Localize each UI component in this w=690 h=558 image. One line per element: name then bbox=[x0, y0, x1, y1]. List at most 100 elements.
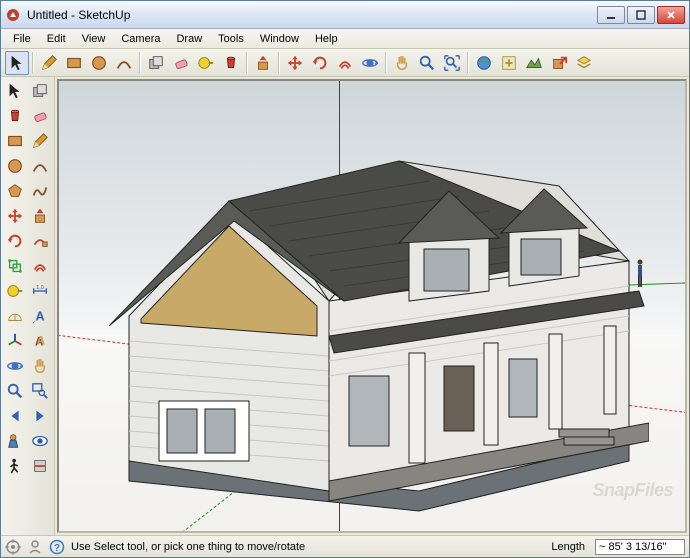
follow-me-icon bbox=[31, 232, 49, 250]
arc-tool[interactable] bbox=[112, 51, 136, 75]
length-label: Length bbox=[551, 541, 585, 553]
zoom-tool[interactable] bbox=[415, 51, 439, 75]
axes-tool[interactable] bbox=[3, 329, 27, 353]
toggle-terrain-tool[interactable] bbox=[522, 51, 546, 75]
look-around-tool[interactable] bbox=[28, 429, 52, 453]
share-model-icon bbox=[550, 54, 568, 72]
circle-tool[interactable] bbox=[87, 51, 111, 75]
status-hint: Use Select tool, or pick one thing to mo… bbox=[71, 541, 545, 553]
zoom-tool[interactable] bbox=[3, 379, 27, 403]
scale-tool[interactable] bbox=[3, 254, 27, 278]
close-button[interactable] bbox=[657, 6, 685, 24]
offset-tool[interactable] bbox=[28, 254, 52, 278]
app-icon bbox=[5, 7, 21, 23]
line-icon bbox=[40, 54, 58, 72]
tape-measure-tool[interactable] bbox=[3, 279, 27, 303]
dimension-tool[interactable]: 1.0 bbox=[28, 279, 52, 303]
eraser-tool[interactable] bbox=[169, 51, 193, 75]
rectangle-tool[interactable] bbox=[3, 129, 27, 153]
help-icon[interactable]: ? bbox=[49, 539, 65, 555]
circle-icon bbox=[90, 54, 108, 72]
pan-tool[interactable] bbox=[28, 354, 52, 378]
rotate-tool[interactable] bbox=[308, 51, 332, 75]
eraser-icon bbox=[31, 107, 49, 125]
line-tool[interactable] bbox=[28, 129, 52, 153]
select-tool[interactable] bbox=[3, 79, 27, 103]
pan-tool[interactable] bbox=[390, 51, 414, 75]
menu-draw[interactable]: Draw bbox=[168, 31, 210, 47]
rotate-tool[interactable] bbox=[3, 229, 27, 253]
zoom-window-tool[interactable] bbox=[28, 379, 52, 403]
circle-tool[interactable] bbox=[3, 154, 27, 178]
minimize-button[interactable] bbox=[597, 6, 625, 24]
orbit-tool[interactable] bbox=[3, 354, 27, 378]
freehand-tool[interactable] bbox=[28, 179, 52, 203]
menu-window[interactable]: Window bbox=[252, 31, 307, 47]
credits-icon[interactable] bbox=[27, 539, 43, 555]
menu-camera[interactable]: Camera bbox=[113, 31, 168, 47]
menu-help[interactable]: Help bbox=[307, 31, 346, 47]
push-pull-tool[interactable] bbox=[28, 204, 52, 228]
zoom-icon bbox=[6, 382, 24, 400]
rectangle-tool[interactable] bbox=[62, 51, 86, 75]
tape-measure-tool[interactable] bbox=[194, 51, 218, 75]
add-location-tool[interactable] bbox=[497, 51, 521, 75]
paint-bucket-tool[interactable] bbox=[219, 51, 243, 75]
scale-figure[interactable] bbox=[635, 259, 645, 289]
circle-icon bbox=[6, 157, 24, 175]
position-camera-tool[interactable] bbox=[3, 429, 27, 453]
share-model-tool[interactable] bbox=[547, 51, 571, 75]
toolbar-left: 1.0AAA bbox=[1, 77, 55, 535]
protractor-tool[interactable] bbox=[3, 304, 27, 328]
layers-tool[interactable] bbox=[572, 51, 596, 75]
zoom-window-icon bbox=[31, 382, 49, 400]
make-component-tool[interactable] bbox=[28, 79, 52, 103]
make-component-tool[interactable] bbox=[144, 51, 168, 75]
section-plane-tool[interactable] bbox=[28, 454, 52, 478]
maximize-button[interactable] bbox=[627, 6, 655, 24]
next-tool[interactable] bbox=[28, 404, 52, 428]
viewport-3d[interactable]: SnapFiles bbox=[57, 79, 687, 533]
rotate-icon bbox=[6, 232, 24, 250]
svg-text:A: A bbox=[37, 335, 46, 348]
move-tool[interactable] bbox=[3, 204, 27, 228]
svg-text:1.0: 1.0 bbox=[36, 285, 43, 291]
toggle-terrain-icon bbox=[525, 54, 543, 72]
follow-me-tool[interactable] bbox=[28, 229, 52, 253]
move-tool[interactable] bbox=[283, 51, 307, 75]
window-title: Untitled - SketchUp bbox=[27, 8, 597, 22]
svg-text:?: ? bbox=[54, 543, 60, 554]
toolbar-separator bbox=[139, 52, 141, 74]
move-icon bbox=[6, 207, 24, 225]
walk-tool[interactable] bbox=[3, 454, 27, 478]
make-component-icon bbox=[147, 54, 165, 72]
line-tool[interactable] bbox=[37, 51, 61, 75]
get-models-tool[interactable] bbox=[472, 51, 496, 75]
paint-bucket-tool[interactable] bbox=[3, 104, 27, 128]
select-tool[interactable] bbox=[5, 51, 29, 75]
menu-file[interactable]: File bbox=[5, 31, 39, 47]
paint-bucket-icon bbox=[222, 54, 240, 72]
eraser-tool[interactable] bbox=[28, 104, 52, 128]
zoom-extents-tool[interactable] bbox=[440, 51, 464, 75]
tape-measure-icon bbox=[6, 282, 24, 300]
orbit-tool[interactable] bbox=[358, 51, 382, 75]
menu-edit[interactable]: Edit bbox=[39, 31, 74, 47]
polygon-tool[interactable] bbox=[3, 179, 27, 203]
svg-text:A: A bbox=[35, 310, 44, 324]
freehand-icon bbox=[31, 182, 49, 200]
3d-text-tool[interactable]: AA bbox=[28, 329, 52, 353]
model-house[interactable] bbox=[89, 141, 649, 531]
arc-tool[interactable] bbox=[28, 154, 52, 178]
menu-view[interactable]: View bbox=[74, 31, 114, 47]
previous-tool[interactable] bbox=[3, 404, 27, 428]
offset-tool[interactable] bbox=[333, 51, 357, 75]
menu-tools[interactable]: Tools bbox=[210, 31, 252, 47]
geolocation-icon[interactable] bbox=[5, 539, 21, 555]
polygon-icon bbox=[6, 182, 24, 200]
push-pull-tool[interactable] bbox=[251, 51, 275, 75]
length-input[interactable] bbox=[595, 539, 685, 555]
text-tool[interactable]: A bbox=[28, 304, 52, 328]
toolbar-separator bbox=[278, 52, 280, 74]
3d-text-icon: AA bbox=[31, 332, 49, 350]
